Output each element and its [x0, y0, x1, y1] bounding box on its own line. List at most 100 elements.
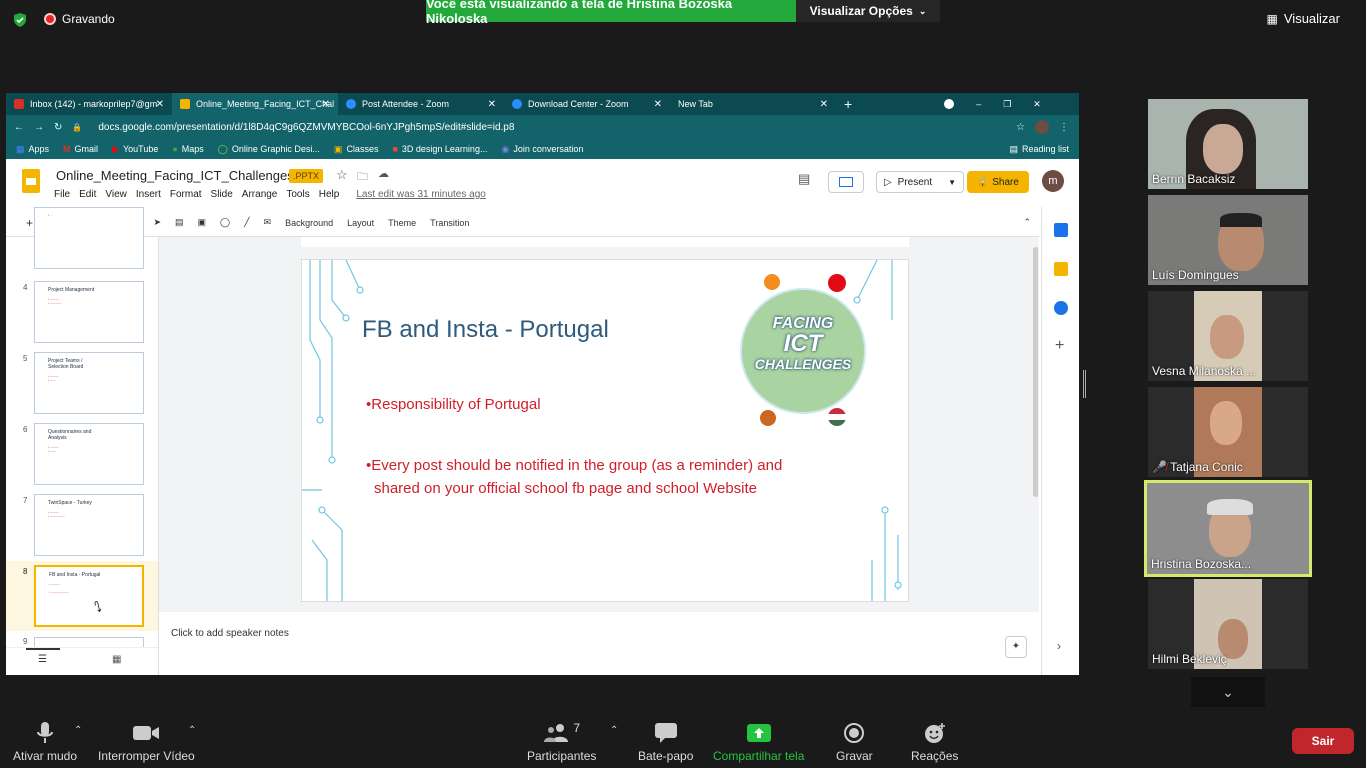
close-window-icon[interactable]: ✕ [1033, 99, 1041, 110]
back-icon[interactable]: ← [14, 122, 24, 133]
slide-bullet-1[interactable]: •Responsibility of Portugal [366, 393, 541, 416]
slide-thumbnail-active[interactable]: FB and Insta - Portugal • ——— • —————— [34, 565, 144, 627]
menu-arrange[interactable]: Arrange [242, 189, 278, 200]
participant-video[interactable]: Luís Domingues [1148, 195, 1308, 285]
browser-tab-gmail[interactable]: Inbox (142) - markoprilep7@gm ✕ [6, 93, 172, 115]
share-screen-button[interactable]: Compartilhar tela [713, 721, 804, 763]
url-input[interactable]: docs.google.com/presentation/d/1l8D4qC9g… [98, 122, 514, 133]
star-icon[interactable]: ☆ [1016, 122, 1025, 133]
reading-list[interactable]: ▤ Reading list [1009, 144, 1069, 155]
comments-icon[interactable]: ▤ [798, 171, 810, 187]
bookmark-youtube[interactable]: ▶ YouTube [112, 144, 158, 155]
new-slide-icon[interactable]: + [26, 216, 33, 230]
restore-icon[interactable]: ❐ [1003, 99, 1011, 110]
add-addon-icon[interactable]: + [1055, 337, 1064, 355]
browser-tab-post-attendee[interactable]: Post Attendee - Zoom ✕ [338, 93, 504, 115]
transition-button[interactable]: Transition [430, 218, 469, 228]
divider-handle[interactable] [1083, 370, 1086, 398]
more-menu-icon[interactable]: ⋮ [1059, 122, 1069, 133]
menu-format[interactable]: Format [170, 189, 202, 200]
slide-thumbnail[interactable]: Questionnaires and Analysis • ——— • —— [34, 423, 144, 485]
recording-indicator[interactable]: Gravando [44, 12, 115, 26]
browser-tab-new-tab[interactable]: New Tab ✕ [670, 93, 836, 115]
reload-icon[interactable]: ↻ [54, 122, 62, 133]
menu-slide[interactable]: Slide [211, 189, 233, 200]
mute-button[interactable]: Ativar mudo [13, 721, 77, 763]
keep-icon[interactable] [1054, 262, 1068, 276]
new-tab-icon[interactable]: + [844, 96, 852, 112]
bookmark-classes[interactable]: ▣ Classes [334, 144, 379, 155]
theme-button[interactable]: Theme [388, 218, 416, 228]
participant-video-active-speaker[interactable]: Hristina Bozoska... [1144, 480, 1312, 577]
slide-canvas[interactable]: FB and Insta - Portugal •Responsibility … [301, 259, 909, 602]
speaker-notes[interactable]: Click to add speaker notes ✦ [159, 616, 1039, 675]
chevron-down-icon[interactable]: ▼ [948, 178, 956, 187]
slide-bullet-2[interactable]: •Every post should be notified in the gr… [366, 454, 782, 500]
image-icon[interactable]: ▣ [198, 217, 207, 228]
menu-view[interactable]: View [105, 189, 127, 200]
participant-video[interactable]: Berrin Bacaksiz [1148, 99, 1308, 189]
video-options-chevron-icon[interactable]: ⌃ [188, 725, 196, 736]
text-box-icon[interactable]: ▤ [175, 217, 184, 228]
minimize-icon[interactable]: – [976, 99, 981, 109]
slides-logo-icon[interactable] [22, 169, 40, 193]
close-icon[interactable]: ✕ [820, 99, 828, 110]
last-edit-link[interactable]: Last edit was 31 minutes ago [356, 189, 486, 200]
menu-insert[interactable]: Insert [136, 189, 161, 200]
bookmark-3d-design[interactable]: ■ 3D design Learning... [392, 144, 487, 154]
grid-view-icon[interactable]: ▦ [112, 654, 121, 665]
share-button[interactable]: 🔒 Share [967, 171, 1029, 193]
participants-options-chevron-icon[interactable]: ⌃ [610, 725, 618, 736]
bookmark-join-conversation[interactable]: ◉ Join conversation [501, 144, 583, 155]
participant-video[interactable]: Hilmi Bekleviç [1148, 579, 1308, 669]
audio-options-chevron-icon[interactable]: ⌃ [74, 725, 82, 736]
close-icon[interactable]: ✕ [322, 99, 330, 110]
close-icon[interactable]: ✕ [156, 99, 164, 110]
shape-icon[interactable]: ◯ [220, 217, 230, 228]
close-icon[interactable]: ✕ [654, 99, 662, 110]
menu-edit[interactable]: Edit [79, 189, 96, 200]
bookmark-apps[interactable]: ▦ Apps [16, 144, 49, 155]
slide-thumbnail[interactable]: Project Management • ——— • ———— [34, 281, 144, 343]
browser-tab-slides[interactable]: Online_Meeting_Facing_ICT_Chal ✕ [172, 93, 338, 115]
slide-thumbnail[interactable]: • ... [34, 207, 144, 269]
view-button[interactable]: ▦ Visualizar [1267, 11, 1340, 26]
participant-video[interactable]: Vesna Milanoska ... [1148, 291, 1308, 381]
move-folder-icon[interactable]: 🗀 [357, 168, 368, 187]
bookmark-gmail[interactable]: M Gmail [63, 144, 98, 154]
profile-avatar-icon[interactable] [1035, 120, 1049, 134]
chevron-right-icon[interactable]: › [1057, 639, 1061, 653]
explore-icon[interactable]: ✦ [1005, 636, 1027, 658]
add-comment-icon[interactable]: ✉ [264, 217, 272, 228]
reactions-button[interactable]: Reações [911, 721, 958, 763]
present-button[interactable]: ▷ Present ▼ [876, 171, 964, 193]
stop-video-button[interactable]: Interromper Vídeo [98, 721, 195, 763]
menu-tools[interactable]: Tools [286, 189, 309, 200]
bookmark-online-graphic[interactable]: ◯ Online Graphic Desi... [218, 144, 320, 155]
present-mode-button[interactable] [828, 171, 864, 193]
record-button[interactable]: Gravar [836, 721, 873, 763]
slide-title[interactable]: FB and Insta - Portugal [362, 316, 609, 344]
calendar-icon[interactable] [1054, 223, 1068, 237]
close-icon[interactable]: ✕ [488, 99, 496, 110]
slide-thumbnail[interactable] [34, 637, 144, 647]
layout-button[interactable]: Layout [347, 218, 374, 228]
bookmark-maps[interactable]: ● Maps [172, 144, 203, 154]
tasks-icon[interactable] [1054, 301, 1068, 315]
document-title[interactable]: Online_Meeting_Facing_ICT_Challenges [56, 168, 294, 183]
view-options-button[interactable]: Visualizar Opções ⌄ [796, 0, 940, 22]
forward-icon[interactable]: → [34, 122, 44, 133]
collapse-toolbar-icon[interactable]: ⌃ [1023, 217, 1031, 228]
line-icon[interactable]: ╱ [244, 217, 249, 228]
browser-tab-download-center[interactable]: Download Center - Zoom ✕ [504, 93, 670, 115]
account-avatar[interactable]: m [1042, 170, 1064, 192]
participants-button[interactable]: 7 Participantes [527, 721, 596, 763]
select-tool-icon[interactable]: ➤ [153, 217, 161, 228]
chat-button[interactable]: Bate-papo [638, 721, 693, 763]
background-button[interactable]: Background [285, 218, 333, 228]
participant-video[interactable]: 🎤̸ Tatjana Conic [1148, 387, 1308, 477]
leave-meeting-button[interactable]: Sair [1292, 728, 1354, 754]
slide-thumbnail[interactable]: Project Teams / Selection Board • ——— • —… [34, 352, 144, 414]
menu-file[interactable]: File [54, 189, 70, 200]
slide-thumbnail[interactable]: TwinSpace - Turkey • ——— • ————— [34, 494, 144, 556]
